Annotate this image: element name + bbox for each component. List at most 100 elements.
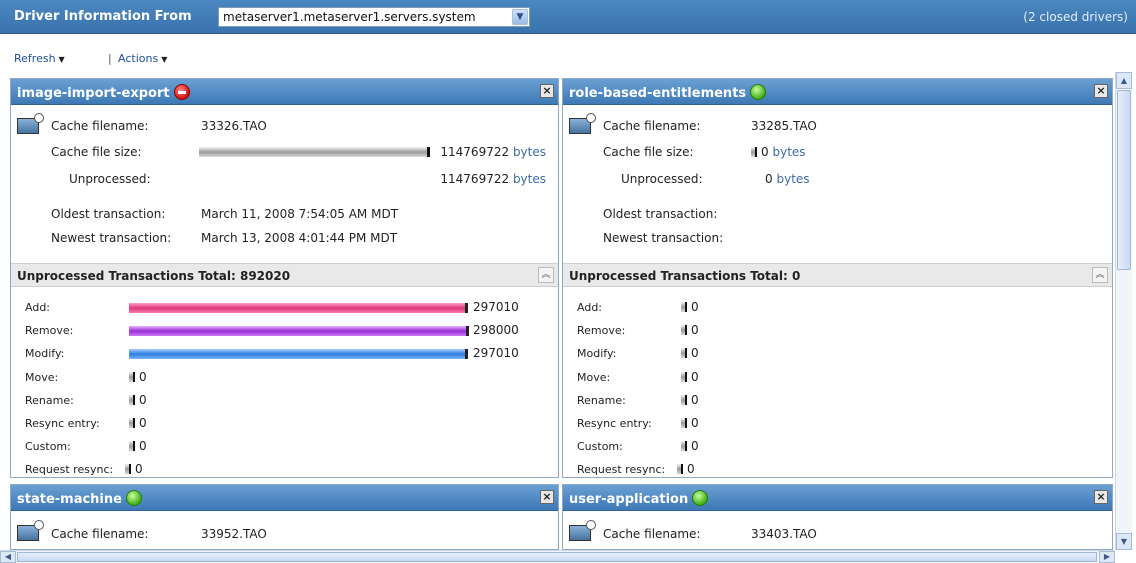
bytes-unit: bytes — [512, 145, 546, 159]
remove-value: 0 — [691, 323, 699, 337]
collapse-icon[interactable]: ︽ — [1092, 267, 1108, 283]
cache-filename-label: Cache filename: — [51, 119, 149, 133]
driver-panel-user-application: user-application × Cache filename: 33403… — [562, 484, 1113, 550]
cache-filename-value: 33285.TAO — [751, 119, 817, 133]
rename-bar — [129, 395, 135, 405]
resync-entry-bar — [129, 418, 135, 428]
remove-row: 0 — [681, 323, 699, 337]
remove-label: Remove: — [25, 324, 74, 337]
driver-name-label: image-import-export — [17, 86, 170, 101]
close-icon[interactable]: × — [1094, 490, 1108, 504]
oldest-transaction-label: Oldest transaction: — [51, 207, 166, 221]
refresh-label: Refresh — [14, 52, 56, 65]
driver-name-label: role-based-entitlements — [569, 86, 747, 101]
top-header-bar: Driver Information From metaserver1.meta… — [0, 0, 1136, 34]
modify-value: 297010 — [473, 346, 519, 360]
scroll-left-icon[interactable]: ◀ — [0, 551, 16, 563]
refresh-menu[interactable]: Refresh ▼ — [14, 52, 65, 65]
modify-bar — [129, 349, 468, 359]
custom-label: Custom: — [25, 440, 71, 453]
unprocessed-size: 0 bytes — [765, 172, 810, 186]
rename-row: 0 — [681, 393, 699, 407]
unprocessed-size: 114769722 bytes — [440, 172, 546, 186]
oldest-transaction-label: Oldest transaction: — [603, 207, 718, 221]
closed-drivers-link[interactable]: (2 closed drivers) — [1023, 10, 1128, 24]
close-icon[interactable]: × — [540, 84, 554, 98]
panel-header: state-machine × — [11, 485, 558, 511]
cache-file-icon — [569, 113, 596, 134]
driver-name[interactable]: state-machine — [17, 490, 142, 507]
horizontal-scrollbar[interactable]: ◀ ▶ — [0, 550, 1115, 563]
add-row: 0 — [681, 300, 699, 314]
server-select-value: metaserver1.metaserver1.servers.system — [223, 10, 476, 24]
cache-filename-label: Cache filename: — [603, 527, 701, 541]
cache-file-size: 0 bytes — [751, 145, 806, 159]
driver-name[interactable]: role-based-entitlements — [569, 84, 767, 101]
driver-name[interactable]: image-import-export — [17, 84, 190, 101]
scroll-down-icon[interactable]: ▼ — [1116, 533, 1132, 550]
toolbar-separator: | — [108, 52, 112, 65]
rename-label: Rename: — [25, 394, 74, 407]
chevron-down-icon: ▼ — [161, 55, 168, 64]
cache-size-bar — [751, 147, 757, 157]
server-select[interactable]: metaserver1.metaserver1.servers.system ▼ — [218, 7, 530, 27]
move-bar — [681, 372, 687, 382]
move-bar — [129, 372, 135, 382]
panel-header: user-application × — [563, 485, 1112, 511]
unprocessed-total: Unprocessed Transactions Total: 0 — [569, 269, 801, 283]
custom-value: 0 — [691, 439, 699, 453]
close-icon[interactable]: × — [1094, 84, 1108, 98]
request-resync-row: 0 — [125, 462, 143, 476]
driver-name-label: user-application — [569, 492, 689, 507]
request-resync-value: 0 — [687, 462, 695, 476]
resync-entry-label: Resync entry: — [25, 417, 100, 430]
vertical-scrollbar[interactable]: ▲ ▼ — [1115, 72, 1132, 550]
unprocessed-total: Unprocessed Transactions Total: 892020 — [17, 269, 291, 283]
bytes-unit: bytes — [776, 172, 810, 186]
cache-size-bar — [199, 147, 430, 157]
driver-name-label: state-machine — [17, 492, 122, 507]
cache-file-size: 114769722 bytes — [440, 145, 546, 159]
resync-entry-row: 0 — [129, 416, 147, 430]
scroll-up-icon[interactable]: ▲ — [1116, 72, 1132, 89]
unprocessed-value: 114769722 — [440, 172, 510, 186]
stopped-status-icon — [173, 84, 190, 100]
scroll-right-icon[interactable]: ▶ — [1099, 551, 1115, 563]
close-icon[interactable]: × — [540, 490, 554, 504]
chevron-down-icon[interactable]: ▼ — [512, 9, 528, 25]
request-resync-label: Request resync: — [577, 463, 666, 476]
panel-header: role-based-entitlements × — [563, 79, 1112, 105]
cache-file-size-label: Cache file size: — [51, 145, 142, 159]
driver-name[interactable]: user-application — [569, 490, 709, 507]
running-status-icon — [692, 490, 709, 506]
actions-label: Actions — [118, 52, 159, 65]
unprocessed-label: Unprocessed: — [69, 172, 151, 186]
newest-transaction-label: Newest transaction: — [51, 231, 172, 245]
driver-panel-role-based-entitlements: role-based-entitlements × Cache filename… — [562, 78, 1113, 478]
cache-file-size-label: Cache file size: — [603, 145, 694, 159]
request-resync-value: 0 — [135, 462, 143, 476]
panel-header: image-import-export × — [11, 79, 558, 105]
cache-filename-value: 33326.TAO — [201, 119, 267, 133]
scroll-thumb[interactable] — [1117, 90, 1131, 270]
add-label: Add: — [577, 301, 603, 314]
driver-panel-state-machine: state-machine × Cache filename: 33952.TA… — [10, 484, 559, 550]
request-resync-row: 0 — [677, 462, 695, 476]
toolbar: Refresh ▼ | Actions ▼ — [0, 34, 1136, 72]
cache-file-size-value: 114769722 — [440, 145, 510, 159]
chevron-down-icon: ▼ — [58, 55, 65, 64]
modify-bar — [681, 348, 687, 358]
cache-file-icon — [569, 520, 596, 541]
request-resync-bar — [677, 464, 683, 474]
collapse-icon[interactable]: ︽ — [538, 267, 554, 283]
request-resync-bar — [125, 464, 131, 474]
add-bar — [129, 303, 468, 313]
add-value: 297010 — [473, 300, 519, 314]
cache-file-size-value: 0 — [761, 145, 769, 159]
resync-entry-value: 0 — [139, 416, 147, 430]
scroll-thumb[interactable] — [17, 552, 1097, 562]
modify-label: Modify: — [577, 347, 617, 360]
newest-transaction-value: March 13, 2008 4:01:44 PM MDT — [201, 231, 398, 245]
actions-menu[interactable]: Actions ▼ — [118, 52, 167, 65]
rename-value: 0 — [691, 393, 699, 407]
